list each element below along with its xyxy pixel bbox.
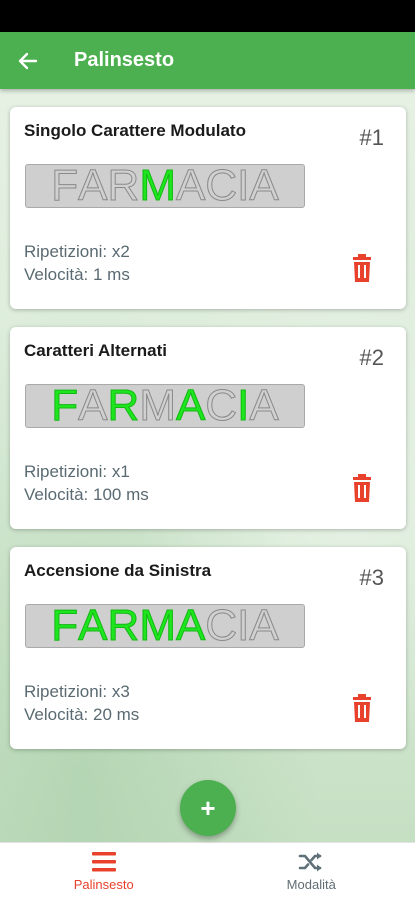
nav-label: Modalità (286, 877, 336, 892)
repetitions-text: Ripetizioni: x2 (24, 242, 130, 261)
sign-letter: M (139, 384, 177, 428)
card-number: #3 (359, 565, 384, 590)
sign-letter: F (51, 164, 79, 208)
sign-letter: A (249, 164, 279, 208)
page-title: Palinsesto (74, 49, 175, 71)
app-bar: Palinsesto (0, 32, 415, 89)
repetitions-text: Ripetizioni: x3 (24, 682, 130, 701)
bottom-nav: Palinsesto Modalità (0, 842, 415, 900)
sign-letter: A (78, 384, 108, 428)
plus-icon: + (200, 792, 216, 823)
schedule-card-1[interactable]: Singolo Carattere Modulato #1 FARMACIA R… (10, 107, 406, 309)
sign-preview: FARMACIA (25, 164, 305, 208)
add-button[interactable]: + (180, 780, 236, 836)
schedule-card-3[interactable]: Accensione da Sinistra #3 FARMACIA Ripet… (10, 547, 406, 749)
sign-letter: A (175, 604, 206, 648)
sign-letter: A (175, 164, 206, 208)
nav-label: Palinsesto (73, 877, 134, 892)
sign-letter: A (175, 384, 206, 428)
card-title: Accensione da Sinistra (24, 561, 212, 580)
sign-preview: FARMACIA (25, 604, 305, 648)
schedule-card-2[interactable]: Caratteri Alternati #2 FARMACIA Ripetizi… (10, 327, 406, 529)
trash-icon[interactable] (350, 254, 374, 282)
status-bar (0, 0, 415, 32)
sign-letter: R (107, 384, 140, 428)
sign-letter: M (139, 164, 177, 208)
sign-letter: F (51, 604, 79, 648)
sign-letter: C (205, 164, 238, 208)
trash-icon[interactable] (350, 474, 374, 502)
menu-lines-icon (91, 852, 116, 872)
sign-letter: F (51, 384, 79, 428)
sign-preview: FARMACIA (25, 384, 305, 428)
sign-letter: I (237, 164, 250, 208)
schedule-list: Singolo Carattere Modulato #1 FARMACIA R… (0, 89, 415, 842)
card-number: #1 (359, 125, 384, 150)
sign-letter: I (237, 604, 250, 648)
sign-letter: C (205, 384, 238, 428)
sign-letter: A (249, 604, 279, 648)
sign-letter: C (205, 604, 238, 648)
speed-text: Velocità: 20 ms (24, 705, 140, 724)
arrow-left-icon[interactable] (0, 32, 56, 89)
card-number: #2 (359, 345, 384, 370)
sign-letter: R (107, 164, 140, 208)
speed-text: Velocità: 1 ms (24, 265, 130, 284)
nav-item-palinsesto[interactable]: Palinsesto (0, 843, 208, 900)
sign-letter: A (249, 384, 279, 428)
trash-icon[interactable] (350, 694, 374, 722)
shuffle-icon (298, 852, 322, 872)
sign-letter: A (78, 604, 108, 648)
repetitions-text: Ripetizioni: x1 (24, 462, 130, 481)
sign-letter: M (139, 604, 177, 648)
sign-letter: R (107, 604, 140, 648)
nav-item-modalita[interactable]: Modalità (208, 843, 415, 900)
card-title: Caratteri Alternati (24, 341, 167, 360)
card-title: Singolo Carattere Modulato (24, 121, 246, 140)
sign-letter: A (78, 164, 108, 208)
sign-letter: I (237, 384, 250, 428)
speed-text: Velocità: 100 ms (24, 485, 149, 504)
